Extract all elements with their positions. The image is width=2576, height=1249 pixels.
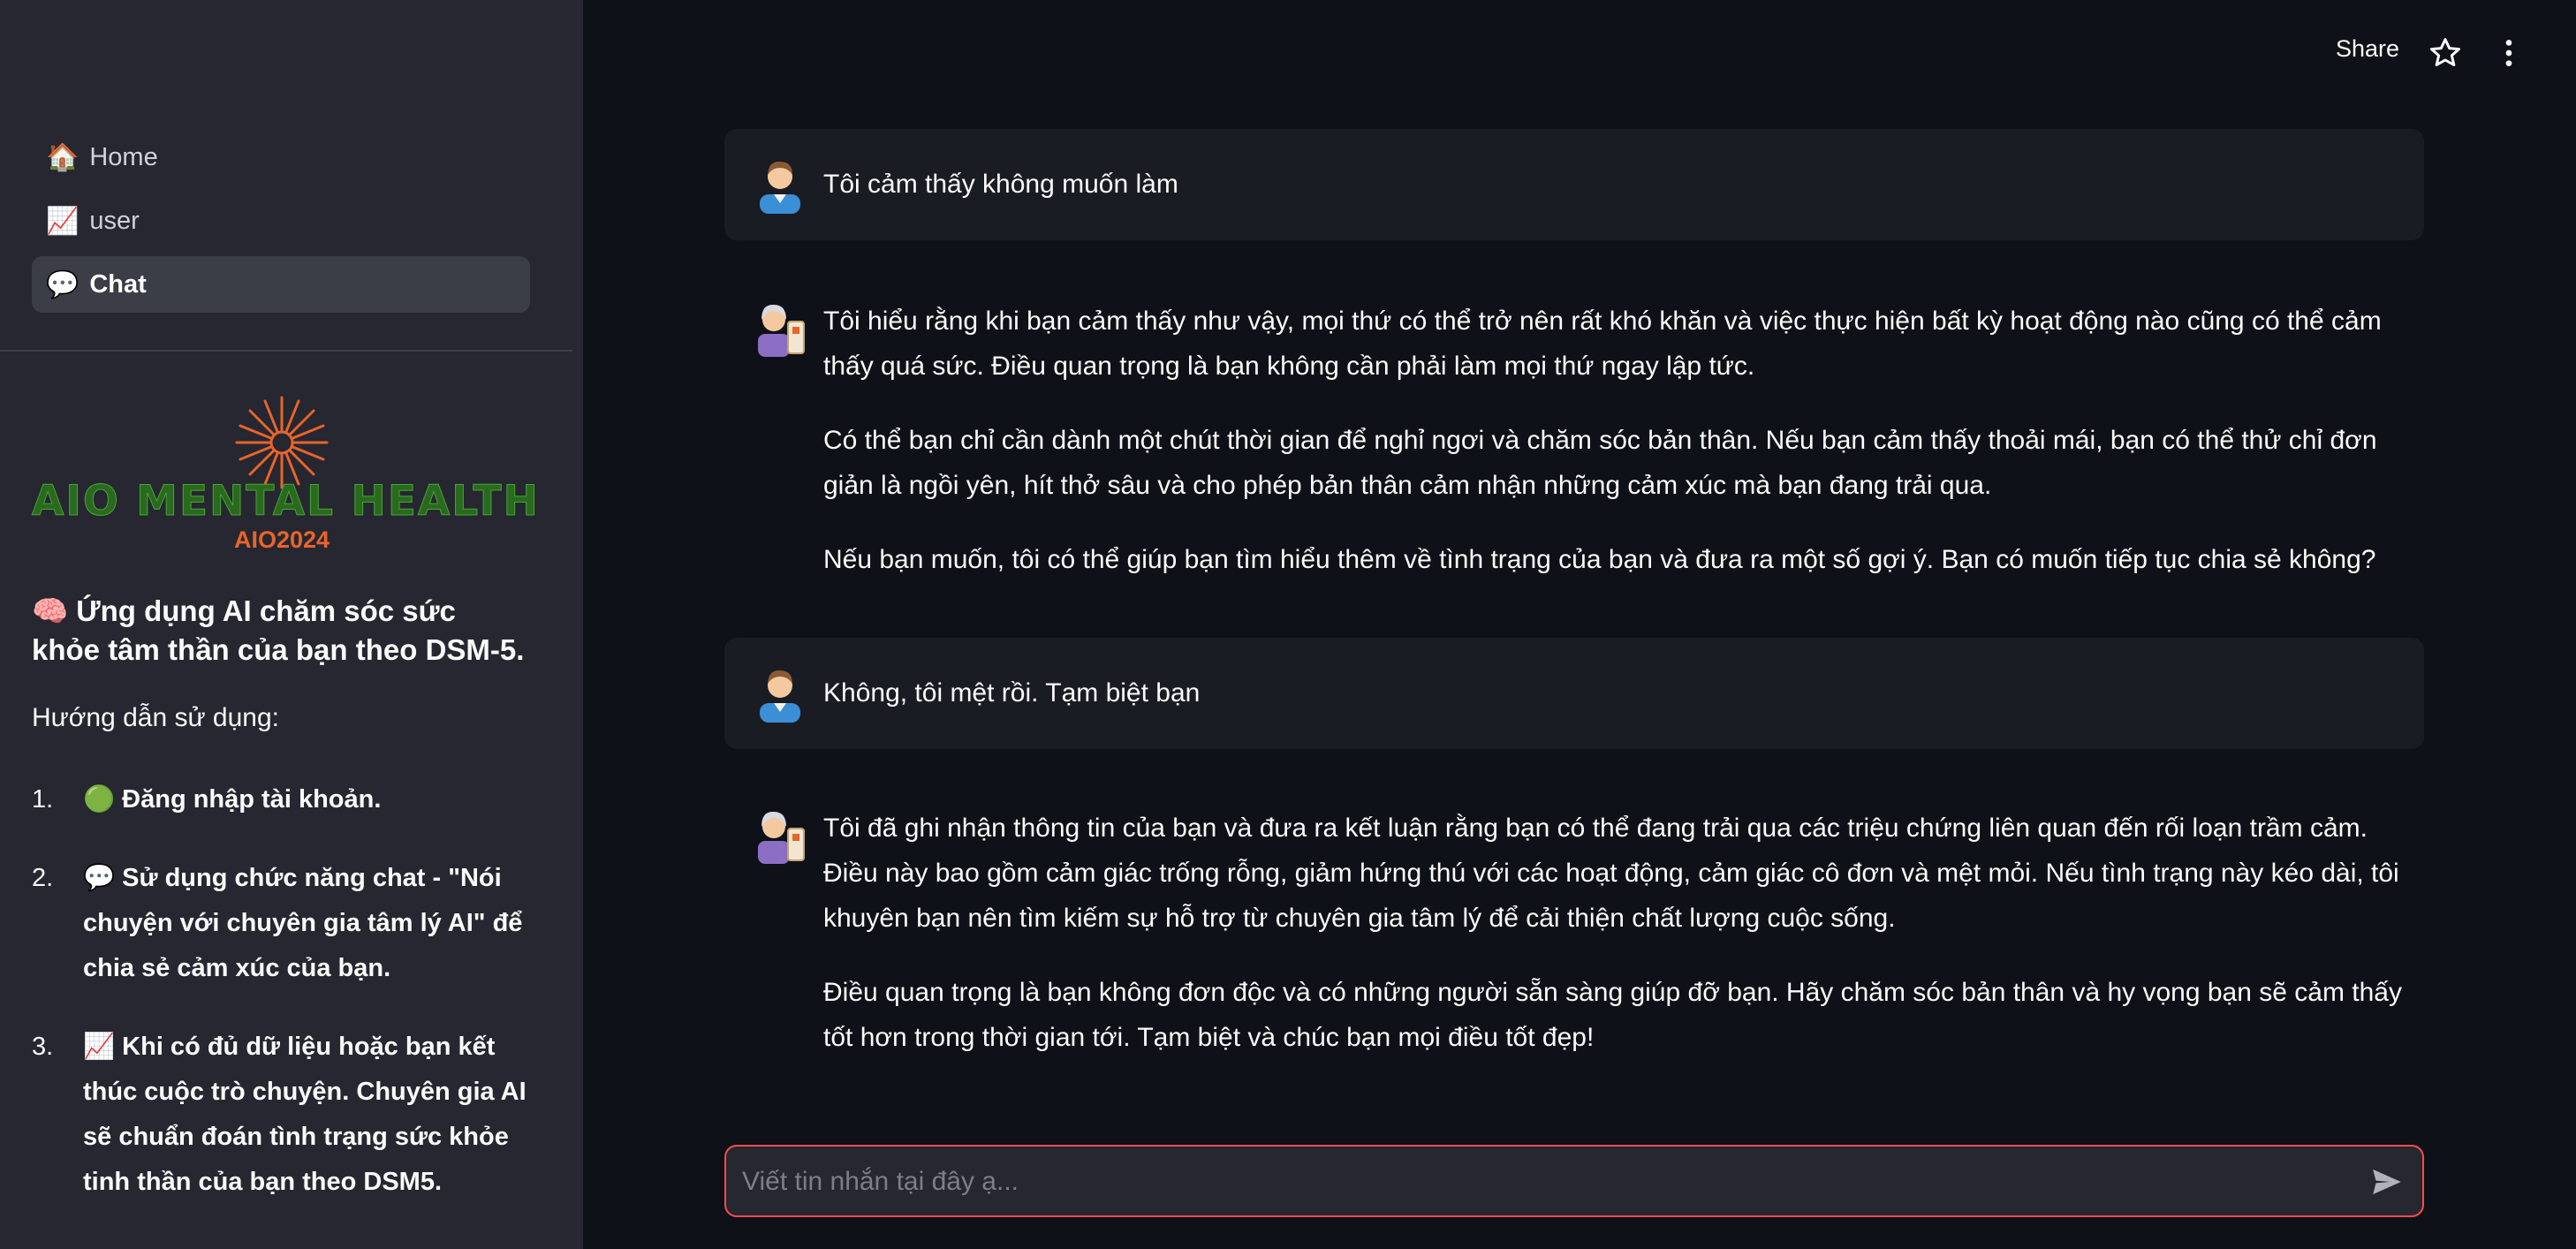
assistant-avatar-icon <box>758 304 805 357</box>
sidebar-item-label: Home <box>89 142 158 171</box>
chat-message-text: Tôi hiểu rằng khi bạn cảm thấy như vậy, … <box>823 299 2415 611</box>
home-icon: 🏠 <box>46 142 80 172</box>
list-text: 📈 Khi có đủ dữ liệu hoặc bạn kết thúc cu… <box>83 1033 527 1196</box>
message-paragraph: Tôi đã ghi nhận thông tin của bạn và đưa… <box>823 814 2399 933</box>
user-avatar-icon <box>760 670 800 723</box>
logo: AIO MENTAL HEALTH AIO2024 <box>32 389 540 556</box>
sidebar-item-home[interactable]: 🏠 Home <box>32 129 530 185</box>
chat-message-assistant: Tôi đã ghi nhận thông tin của bạn và đưa… <box>724 790 2424 1081</box>
assistant-avatar-icon <box>758 811 805 864</box>
more-vertical-icon[interactable] <box>2491 35 2527 71</box>
chat-message-text: Tôi đã ghi nhận thông tin của bạn và đưa… <box>823 806 2415 1089</box>
guide-title: Hướng dẫn sử dụng: <box>32 703 280 732</box>
list-item: 2. 💬 Sử dụng chức năng chat - "Nói chuyệ… <box>32 856 527 991</box>
chat-message-text: Tôi cảm thấy không muốn làm <box>823 170 1178 199</box>
logo-text: AIO MENTAL HEALTH <box>32 477 540 526</box>
sidebar-item-user[interactable]: 📈 user <box>32 193 530 249</box>
sidebar-item-label: Chat <box>89 269 147 299</box>
chat-message-user: Tôi cảm thấy không muốn làm <box>724 129 2424 240</box>
list-item: 1. 🟢 Đăng nhập tài khoản. <box>32 777 527 822</box>
list-text: 🟢 Đăng nhập tài khoản. <box>83 785 382 814</box>
instruction-list: 1. 🟢 Đăng nhập tài khoản. 2. 💬 Sử dụng c… <box>32 777 527 1238</box>
list-number: 3. <box>32 1033 54 1061</box>
app-title: 🧠 Ứng dụng AI chăm sóc sức khỏe tâm thần… <box>32 594 525 666</box>
list-number: 1. <box>32 785 54 814</box>
user-avatar-icon <box>760 161 800 214</box>
sidebar-item-chat[interactable]: 💬 Chat <box>32 256 530 313</box>
chat-input[interactable] <box>740 1147 2352 1217</box>
share-button[interactable]: Share <box>2336 35 2399 63</box>
send-icon[interactable] <box>2369 1164 2405 1200</box>
list-text: 💬 Sử dụng chức năng chat - "Nói chuyện v… <box>83 864 523 982</box>
sidebar-nav: 🏠 Home 📈 user 💬 Chat <box>32 129 530 320</box>
message-paragraph: Điều quan trọng là bạn không đơn độc và … <box>823 978 2402 1052</box>
speech-bubble-icon: 💬 <box>46 269 80 299</box>
message-paragraph: Tôi hiểu rằng khi bạn cảm thấy như vậy, … <box>823 307 2382 381</box>
chart-icon: 📈 <box>46 206 80 236</box>
chat-message-text: Không, tôi mệt rồi. Tạm biệt bạn <box>823 678 1201 708</box>
message-paragraph: Nếu bạn muốn, tôi có thể giúp bạn tìm hi… <box>823 545 2376 574</box>
sidebar: 🏠 Home 📈 user 💬 Chat AIO MENTAL HEALTH A… <box>0 0 583 1249</box>
sidebar-divider <box>0 350 572 352</box>
chat-message-assistant: Tôi hiểu rằng khi bạn cảm thấy như vậy, … <box>724 281 2424 592</box>
sidebar-item-label: user <box>89 206 140 235</box>
list-number: 2. <box>32 864 54 892</box>
message-paragraph: Có thể bạn chỉ cần dành một chút thời gi… <box>823 426 2377 500</box>
logo-subtitle: AIO2024 <box>233 526 330 553</box>
chat-input-container <box>724 1145 2424 1217</box>
chat-message-user: Không, tôi mệt rồi. Tạm biệt bạn <box>724 638 2424 749</box>
list-item: 3. 📈 Khi có đủ dữ liệu hoặc bạn kết thúc… <box>32 1025 527 1205</box>
star-icon[interactable] <box>2428 35 2463 71</box>
